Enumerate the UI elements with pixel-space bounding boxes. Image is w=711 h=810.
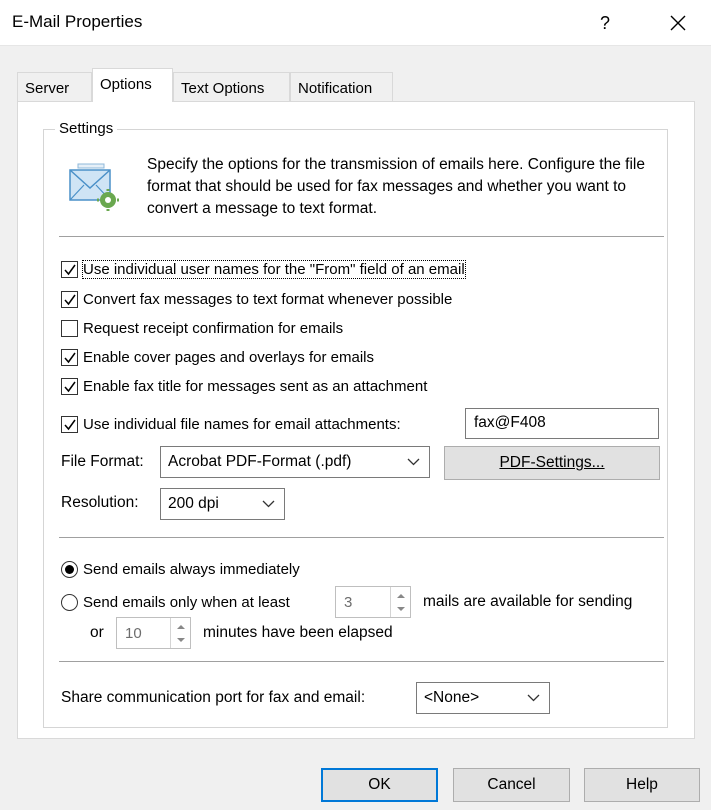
or-label: or <box>90 624 104 641</box>
tab-text-options[interactable]: Text Options <box>173 72 290 102</box>
stepper-arrows[interactable] <box>170 618 190 648</box>
attachment-name-input[interactable]: fax@F408 <box>465 408 659 439</box>
radio-send-threshold[interactable]: Send emails only when at least <box>61 591 290 613</box>
window-title: E-Mail Properties <box>12 12 143 31</box>
checkbox-receipt-confirmation[interactable]: Request receipt confirmation for emails <box>61 317 343 339</box>
help-button[interactable]: Help <box>584 768 700 802</box>
settings-group-label: Settings <box>55 120 118 137</box>
mail-count-stepper[interactable]: 3 <box>335 586 411 618</box>
checkbox-box[interactable] <box>61 290 78 308</box>
checkbox-convert-to-text[interactable]: Convert fax messages to text format when… <box>61 288 452 310</box>
checkbox-label: Enable fax title for messages sent as an… <box>83 377 428 395</box>
threshold-suffix: mails are available for sending <box>423 593 633 610</box>
checkbox-box[interactable] <box>61 348 78 366</box>
title-bar: E-Mail Properties ? <box>0 0 711 46</box>
pdf-settings-button[interactable]: PDF-Settings... <box>444 446 660 480</box>
chevron-down-icon <box>527 694 540 702</box>
checkbox-box[interactable] <box>61 260 78 278</box>
chevron-down-icon <box>262 500 275 508</box>
tab-notification[interactable]: Notification <box>290 72 393 102</box>
radio-label: Send emails only when at least <box>83 593 290 611</box>
checkbox-label: Use individual file names for email atta… <box>83 415 401 433</box>
radio-label: Send emails always immediately <box>83 560 300 578</box>
file-format-select[interactable]: Acrobat PDF-Format (.pdf) <box>160 446 430 478</box>
pdf-settings-label: PDF-Settings... <box>499 454 605 471</box>
radio-button[interactable] <box>61 560 78 578</box>
checkmark-icon <box>64 381 76 392</box>
checkbox-label: Enable cover pages and overlays for emai… <box>83 348 374 366</box>
tab-options[interactable]: Options <box>92 68 173 102</box>
share-port-label: Share communication port for fax and ema… <box>61 689 366 706</box>
checkbox-fax-title[interactable]: Enable fax title for messages sent as an… <box>61 375 427 397</box>
chevron-down-icon[interactable] <box>396 606 406 612</box>
resolution-select[interactable]: 200 dpi <box>160 488 285 520</box>
resolution-label: Resolution: <box>61 494 139 511</box>
checkbox-attachment-names[interactable]: Use individual file names for email atta… <box>61 413 401 435</box>
email-settings-icon <box>69 163 119 211</box>
separator <box>59 236 664 237</box>
close-icon <box>670 15 686 31</box>
share-port-select[interactable]: <None> <box>416 682 550 714</box>
checkbox-label: Convert fax messages to text format when… <box>83 290 453 308</box>
minutes-suffix: minutes have been elapsed <box>203 624 393 641</box>
stepper-arrows[interactable] <box>390 587 410 617</box>
settings-description: Specify the options for the transmission… <box>147 156 645 217</box>
checkmark-icon <box>64 294 76 305</box>
tab-server[interactable]: Server <box>17 72 92 102</box>
close-button[interactable] <box>655 6 701 40</box>
checkbox-box[interactable] <box>61 319 78 337</box>
checkmark-icon <box>64 352 76 363</box>
radio-send-immediately[interactable]: Send emails always immediately <box>61 558 300 580</box>
checkmark-icon <box>64 264 76 275</box>
file-format-label: File Format: <box>61 453 144 470</box>
checkmark-icon <box>64 419 76 430</box>
ok-button[interactable]: OK <box>321 768 438 802</box>
minutes-stepper[interactable]: 10 <box>116 617 191 649</box>
checkbox-box[interactable] <box>61 377 78 395</box>
chevron-down-icon <box>407 458 420 466</box>
chevron-up-icon[interactable] <box>396 593 406 599</box>
cancel-button[interactable]: Cancel <box>453 768 570 802</box>
checkbox-label: Request receipt confirmation for emails <box>83 319 344 337</box>
chevron-up-icon[interactable] <box>176 624 186 630</box>
radio-button[interactable] <box>61 593 78 611</box>
separator <box>59 661 664 662</box>
checkbox-label: Use individual user names for the "From"… <box>82 259 466 279</box>
checkbox-cover-pages[interactable]: Enable cover pages and overlays for emai… <box>61 346 374 368</box>
checkbox-box[interactable] <box>61 415 78 433</box>
separator <box>59 537 664 538</box>
help-title-button[interactable]: ? <box>588 10 622 36</box>
chevron-down-icon[interactable] <box>176 637 186 643</box>
checkbox-individual-user-names[interactable]: Use individual user names for the "From"… <box>61 258 466 280</box>
